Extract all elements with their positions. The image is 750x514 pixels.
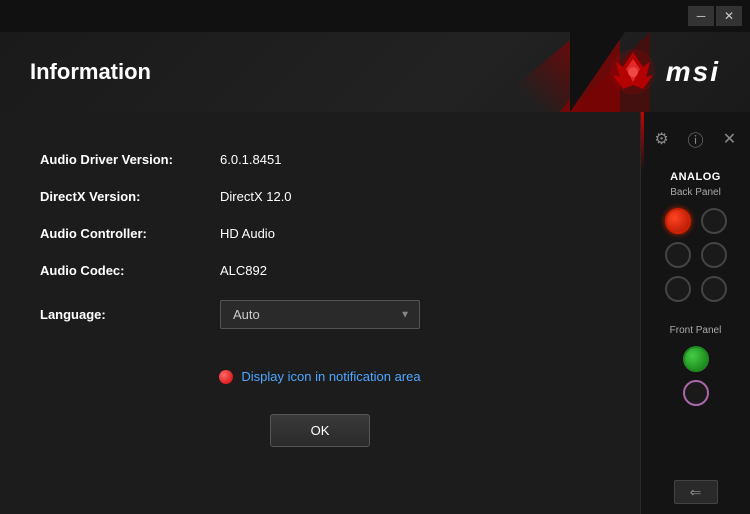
audio-driver-value: 6.0.1.8451 [220, 152, 281, 167]
audio-driver-label: Audio Driver Version: [40, 152, 220, 167]
header: Information msi [0, 32, 750, 112]
red-accent-decoration [460, 32, 580, 112]
sidebar-bottom: ⇐ [674, 480, 718, 504]
back-panel-row-3 [665, 276, 727, 302]
front-panel-label: Front Panel [670, 325, 722, 336]
notification-link[interactable]: Display icon in notification area [241, 369, 420, 384]
directx-row: DirectX Version: DirectX 12.0 [40, 189, 600, 204]
back-panel-label: Back Panel [670, 187, 721, 198]
msi-dragon-icon [608, 47, 658, 97]
notification-dot-icon [219, 370, 233, 384]
main-content: Audio Driver Version: 6.0.1.8451 DirectX… [0, 112, 640, 514]
audio-codec-row: Audio Codec: ALC892 [40, 263, 600, 278]
sidebar-top-icons: ⚙ ⓘ ✕ [650, 117, 742, 151]
content-area: Audio Driver Version: 6.0.1.8451 DirectX… [0, 112, 750, 514]
info-icon[interactable]: ⓘ [684, 127, 708, 151]
port-circle-dark-1[interactable] [701, 208, 727, 234]
port-circle-dark-3[interactable] [701, 242, 727, 268]
info-table: Audio Driver Version: 6.0.1.8451 DirectX… [40, 152, 600, 359]
audio-controller-row: Audio Controller: HD Audio [40, 226, 600, 241]
port-circle-dark-5[interactable] [701, 276, 727, 302]
front-panel-group: Front Panel [641, 325, 750, 414]
audio-controller-value: HD Audio [220, 226, 275, 241]
right-sidebar: ⚙ ⓘ ✕ ANALOG Back Panel [640, 112, 750, 514]
directx-value: DirectX 12.0 [220, 189, 292, 204]
port-circle-dark-4[interactable] [665, 276, 691, 302]
audio-controller-label: Audio Controller: [40, 226, 220, 241]
port-circle-pink[interactable] [683, 380, 709, 406]
language-select-wrapper: Auto English Chinese German French Japan… [220, 300, 420, 329]
port-circle-green[interactable] [683, 346, 709, 372]
language-label: Language: [40, 307, 220, 322]
analog-label: ANALOG [670, 171, 721, 183]
sidebar-close-icon[interactable]: ✕ [718, 127, 742, 151]
settings-icon[interactable]: ⚙ [650, 127, 674, 151]
language-select[interactable]: Auto English Chinese German French Japan… [220, 300, 420, 329]
minimize-button[interactable]: ─ [688, 6, 714, 26]
close-button[interactable]: ✕ [716, 6, 742, 26]
audio-codec-label: Audio Codec: [40, 263, 220, 278]
front-panel-row-2 [683, 380, 709, 406]
title-bar-controls: ─ ✕ [688, 6, 742, 26]
main-window: ─ ✕ Information msi Audio Driver Ver [0, 0, 750, 514]
port-circle-red[interactable] [665, 208, 691, 234]
port-circle-dark-2[interactable] [665, 242, 691, 268]
msi-logo: msi [608, 47, 720, 97]
language-row: Language: Auto English Chinese German Fr… [40, 300, 600, 329]
collapse-button[interactable]: ⇐ [674, 480, 718, 504]
notification-area: Display icon in notification area [40, 369, 600, 384]
back-panel-row-2 [665, 242, 727, 268]
title-bar: ─ ✕ [0, 0, 750, 32]
audio-codec-value: ALC892 [220, 263, 267, 278]
front-panel-row-1 [683, 346, 709, 372]
ok-button-area: OK [40, 414, 600, 447]
page-title: Information [30, 59, 151, 85]
directx-label: DirectX Version: [40, 189, 220, 204]
analog-back-panel-group: ANALOG Back Panel [641, 171, 750, 310]
audio-driver-row: Audio Driver Version: 6.0.1.8451 [40, 152, 600, 167]
back-panel-row-1 [665, 208, 727, 234]
ok-button[interactable]: OK [270, 414, 371, 447]
msi-brand-text: msi [666, 56, 720, 88]
